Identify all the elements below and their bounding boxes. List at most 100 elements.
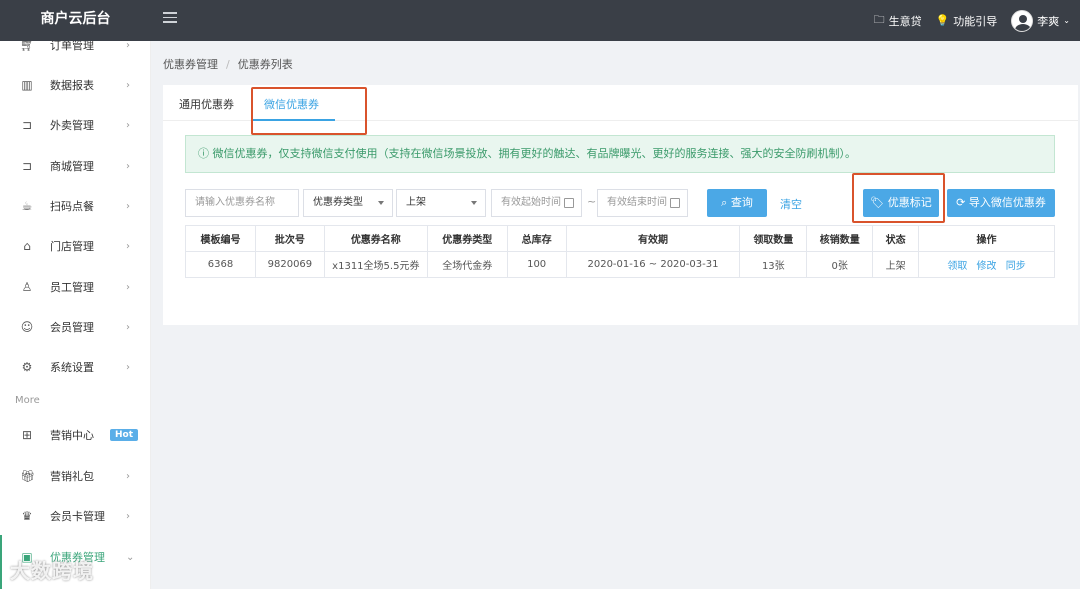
table-header-row: 模板编号 批次号 优惠券名称 优惠券类型 总库存 有效期 领取数量 核销数量 状… <box>185 225 1055 252</box>
chevron-down-icon: ⌄ <box>1063 16 1070 25</box>
chevron-right-icon: › <box>126 281 130 293</box>
hamburger-menu-icon[interactable] <box>163 12 177 26</box>
cell-received: 13张 <box>739 251 808 278</box>
chevron-right-icon: › <box>126 470 130 482</box>
start-date-input[interactable]: 有效起始时间 <box>491 189 582 217</box>
cell-coupon-type: 全场代金券 <box>426 251 508 278</box>
more-section-label: More <box>15 395 40 406</box>
header-right: 🗀 生意贷 💡 功能引导 李爽 ⌄ <box>874 0 1070 41</box>
chevron-right-icon: › <box>126 119 130 131</box>
breadcrumb-item: 优惠券列表 <box>237 58 293 71</box>
calendar-icon <box>564 198 574 208</box>
sync-link[interactable]: 同步 <box>1006 261 1026 272</box>
caret-down-icon <box>471 201 477 205</box>
cell-redeemed: 0张 <box>806 251 874 278</box>
cell-coupon-name: x1311全场5.5元券 <box>323 251 428 278</box>
cup-icon: ☕︎ <box>21 199 33 213</box>
table-row: 6368 9820069 x1311全场5.5元券 全场代金券 100 2020… <box>185 251 1055 278</box>
highlight-box <box>251 87 367 135</box>
column-header: 批次号 <box>254 225 325 252</box>
sidebar-item-stores[interactable]: ⌂ 门店管理 › <box>0 226 150 266</box>
sidebar-item-mall[interactable]: ⊐ 商城管理 › <box>0 146 150 186</box>
gear-icon: ⚙ <box>21 360 33 374</box>
user-icon: ♙ <box>21 280 33 294</box>
caret-down-icon <box>378 201 384 205</box>
column-header: 优惠券名称 <box>323 225 428 252</box>
chevron-down-icon: ⌄ <box>126 551 135 563</box>
cart-icon: ⊐ <box>21 118 33 132</box>
chevron-right-icon: › <box>126 79 130 91</box>
chevron-right-icon: › <box>126 510 130 522</box>
sidebar-item-gift-pack[interactable]: 🎁︎ 营销礼包 › <box>0 456 150 496</box>
tab-general-coupon[interactable]: 通用优惠券 <box>179 96 234 112</box>
sidebar-item-staff[interactable]: ♙ 员工管理 › <box>0 267 150 307</box>
cell-template-no: 6368 <box>185 251 256 278</box>
lightbulb-icon: 💡 <box>935 14 950 27</box>
grid-icon: ⊞ <box>21 428 33 442</box>
search-button[interactable]: ⌕ 查询 <box>707 189 767 217</box>
end-date-input[interactable]: 有效结束时间 <box>597 189 688 217</box>
cart-icon: ⊐ <box>21 159 33 173</box>
folder-icon: 🗀 <box>873 13 885 26</box>
coupon-mark-button[interactable]: 🏷︎ 优惠标记 <box>863 189 939 217</box>
column-header: 有效期 <box>565 225 741 252</box>
gift-icon: 🎁︎ <box>20 469 36 483</box>
date-separator: ~ <box>587 195 597 208</box>
smile-icon: ☺ <box>20 320 34 334</box>
column-header: 优惠券类型 <box>426 225 508 252</box>
cell-status: 上架 <box>872 251 920 278</box>
info-notice: ⓘ 微信优惠券，仅支持微信支付使用（支持在微信场景投放、拥有更好的触达、有品牌曝… <box>185 135 1055 173</box>
chevron-right-icon: › <box>126 41 130 51</box>
sidebar-item-member-card[interactable]: ♛ 会员卡管理 › <box>0 496 150 536</box>
crown-icon: ♛ <box>21 509 33 523</box>
cell-stock: 100 <box>506 251 567 278</box>
feature-guide-link[interactable]: 💡 功能引导 <box>936 13 998 29</box>
column-header: 核销数量 <box>806 225 874 252</box>
chart-icon: ▥ <box>21 78 33 92</box>
coupon-type-select[interactable]: 优惠券类型 <box>303 189 393 217</box>
app-title: 商户云后台 <box>40 11 111 27</box>
column-header: 总库存 <box>506 225 567 252</box>
sidebar-item-reports[interactable]: ▥ 数据报表 › <box>0 65 150 105</box>
user-name: 李爽 <box>1037 14 1060 28</box>
search-icon: ⌕ <box>721 196 728 209</box>
sidebar: 🛒︎ 订单管理 › ▥ 数据报表 › ⊐ 外卖管理 › ⊐ 商城管理 › ☕︎ … <box>0 41 151 589</box>
calendar-icon <box>670 198 680 208</box>
sidebar-item-marketing[interactable]: ⊞ 营销中心 Hot <box>0 415 150 455</box>
sidebar-item-scan-order[interactable]: ☕︎ 扫码点餐 › <box>0 186 150 226</box>
chevron-right-icon: › <box>126 240 130 252</box>
chevron-right-icon: › <box>126 200 130 212</box>
column-header: 模板编号 <box>185 225 256 252</box>
chevron-right-icon: › <box>126 361 130 373</box>
edit-link[interactable]: 修改 <box>977 261 997 272</box>
coupon-table: 模板编号 批次号 优惠券名称 优惠券类型 总库存 有效期 领取数量 核销数量 状… <box>185 225 1055 278</box>
loan-link[interactable]: 🗀 生意贷 <box>874 11 922 30</box>
status-select[interactable]: 上架 <box>396 189 486 217</box>
watermark: 大数跨境 <box>10 559 94 583</box>
import-wechat-coupon-button[interactable]: ⟳ 导入微信优惠券 <box>947 189 1055 217</box>
cell-validity: 2020-01-16 ~ 2020-03-31 <box>565 251 741 278</box>
sidebar-item-orders[interactable]: 🛒︎ 订单管理 › <box>0 41 150 65</box>
hot-badge: Hot <box>110 429 139 441</box>
coupon-name-input[interactable]: 请输入优惠券名称 <box>185 189 299 217</box>
coupon-panel: 通用优惠券 微信优惠券 ⓘ 微信优惠券，仅支持微信支付使用（支持在微信场景投放、… <box>163 85 1078 325</box>
clear-button[interactable]: 清空 <box>780 196 802 212</box>
receive-link[interactable]: 领取 <box>947 261 967 272</box>
breadcrumb: 优惠券管理 / 优惠券列表 <box>163 58 293 71</box>
sync-icon: ⟳ <box>956 196 966 209</box>
column-header: 领取数量 <box>739 225 808 252</box>
column-header: 操作 <box>918 225 1055 252</box>
avatar <box>1011 9 1034 32</box>
sidebar-item-members[interactable]: ☺ 会员管理 › <box>0 307 150 347</box>
user-menu[interactable]: 李爽 ⌄ <box>1011 9 1070 32</box>
cell-batch-no: 9820069 <box>254 251 325 278</box>
sidebar-item-takeout[interactable]: ⊐ 外卖管理 › <box>0 105 150 145</box>
sidebar-item-settings[interactable]: ⚙ 系统设置 › <box>0 347 150 387</box>
chevron-right-icon: › <box>126 160 130 172</box>
home-icon: ⌂ <box>23 239 31 253</box>
column-header: 状态 <box>872 225 920 252</box>
chevron-right-icon: › <box>126 321 130 333</box>
top-bar: 商户云后台 🗀 生意贷 💡 功能引导 李爽 ⌄ <box>0 0 1080 41</box>
breadcrumb-item[interactable]: 优惠券管理 <box>163 58 218 71</box>
cart-icon: 🛒︎ <box>20 41 36 52</box>
